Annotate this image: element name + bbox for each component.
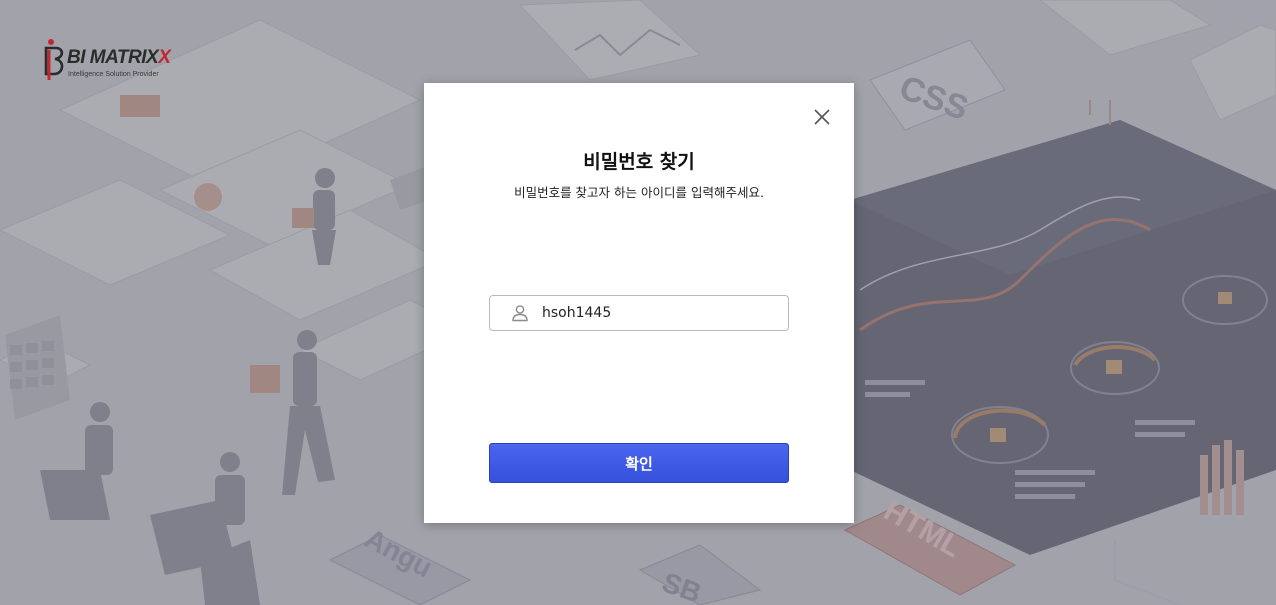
user-icon <box>512 305 528 322</box>
dialog-subtitle: 비밀번호를 찾고자 하는 아이디를 입력해주세요. <box>514 185 764 200</box>
dialog-title: 비밀번호 찾기 <box>583 151 695 173</box>
brand-name-main: BI MATRIX <box>67 47 159 68</box>
brand-name-x: X <box>158 47 171 68</box>
logo-mark-icon <box>44 39 64 80</box>
user-id-field[interactable] <box>489 295 789 331</box>
brand-logo: BI MATRIXX Intelligence Solution Provide… <box>40 38 190 84</box>
brand-name: BI MATRIXX <box>67 47 171 69</box>
brand-tagline: Intelligence Solution Provider <box>68 71 159 78</box>
login-page-background: CSS HTML Angu SB BI MATRIXX Intelligence… <box>0 0 1276 605</box>
user-id-input[interactable] <box>542 296 778 330</box>
close-button[interactable] <box>810 105 834 129</box>
close-icon <box>814 109 830 125</box>
find-password-dialog: 비밀번호 찾기 비밀번호를 찾고자 하는 아이디를 입력해주세요. 확인 <box>424 83 854 523</box>
confirm-button[interactable]: 확인 <box>489 443 789 483</box>
